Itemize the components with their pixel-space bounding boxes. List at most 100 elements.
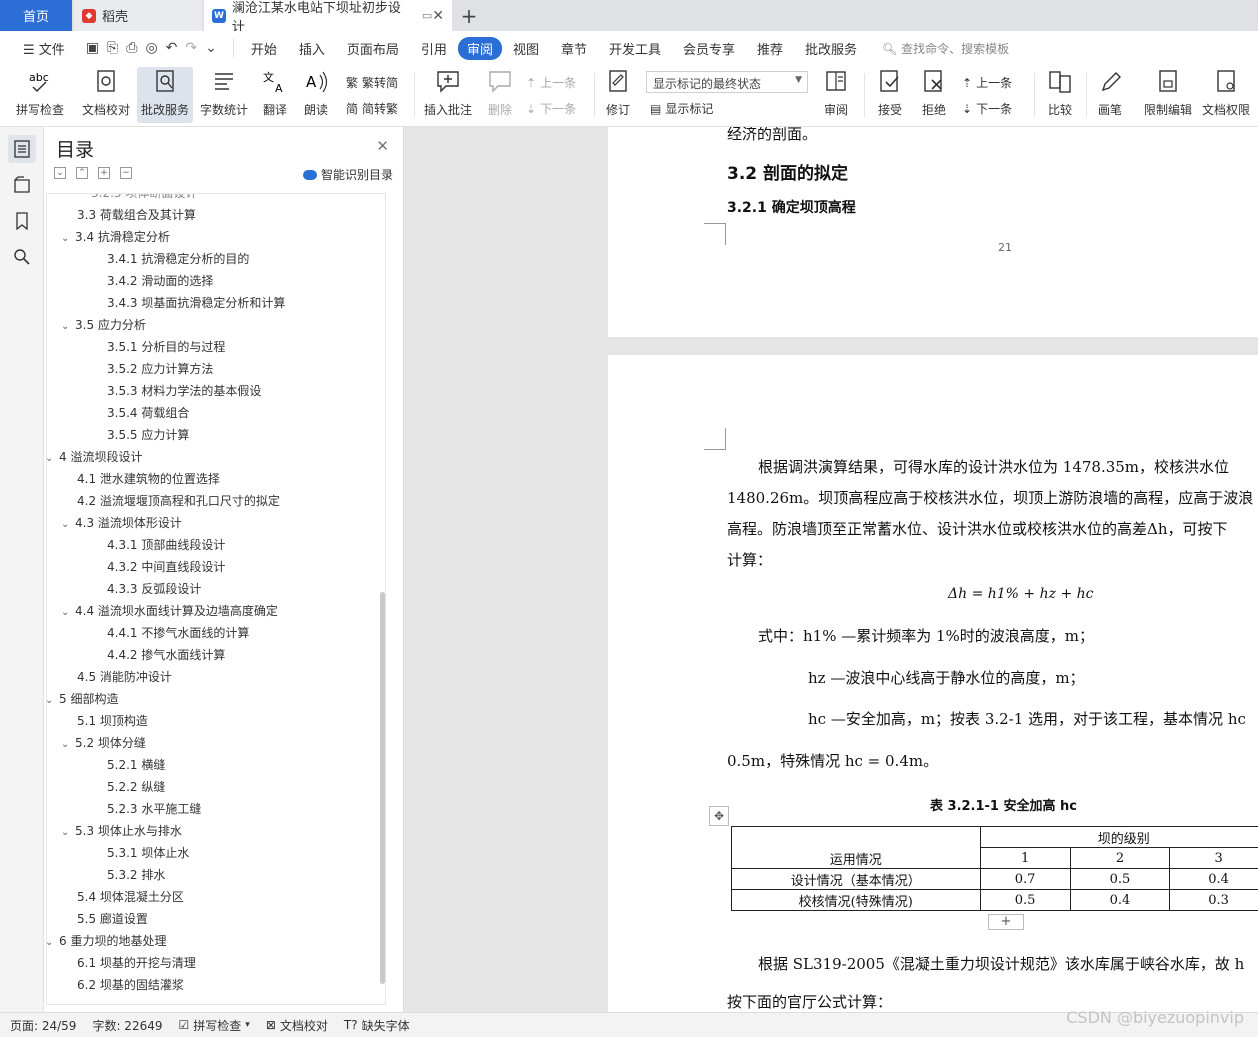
menu-review[interactable]: 审阅 [457,36,502,60]
table-move-handle-icon[interactable]: ✥ [709,806,729,826]
toc-item[interactable]: 5.3.2 排水 [107,864,165,886]
close-tab-icon[interactable]: ✕ [432,8,444,24]
word-count-indicator[interactable]: 字数: 22649 [92,1017,162,1034]
toc-item[interactable]: 4.3.1 顶部曲线段设计 [107,534,225,556]
read-aloud-button[interactable]: A 朗读 [298,67,334,123]
monitor-icon[interactable]: ▭ [422,9,432,22]
chapter-nav-icon[interactable] [8,171,36,199]
toc-item[interactable]: 4.4.2 掺气水面线计算 [107,644,225,666]
toc-item[interactable]: 5.4 坝体混凝土分区 [77,886,184,908]
chevron-down-icon[interactable]: ⌄ [61,602,75,624]
collapse-all-icon[interactable]: ⌄ [54,167,66,179]
toc-item[interactable]: 6.2 坝基的固结灌浆 [77,974,184,996]
doc-rights-button[interactable]: 文档权限 [1198,67,1254,123]
toc-panel-icon[interactable] [8,135,36,163]
export-pdf-icon[interactable]: ⎘ [107,40,118,56]
remove-heading-icon[interactable]: − [120,167,132,179]
toc-item[interactable]: ⌄5 细部构造 [47,688,118,712]
toc-item[interactable]: 3.5.1 分析目的与过程 [107,336,225,358]
toc-item[interactable]: ⌄ 5.3 坝体止水与排水 [61,820,182,842]
toc-item[interactable]: 4.5 消能防冲设计 [77,666,172,688]
chevron-down-icon[interactable]: ⌄ [61,514,75,536]
compare-button[interactable]: 比较 [1040,67,1080,123]
toc-item[interactable]: 5.5 廊道设置 [77,908,148,930]
print-icon[interactable]: ⎙ [126,40,137,56]
correct-service-button[interactable]: 批改服务 [137,67,193,123]
restrict-edit-button[interactable]: 限制编辑 [1140,67,1196,123]
chevron-down-icon[interactable]: ⌄ [61,228,75,250]
prev-comment-button[interactable]: ⇡ 上一条 [526,74,576,91]
more-icon[interactable]: ⌄ [205,40,217,56]
menu-devtools[interactable]: 开发工具 [598,39,672,58]
toc-item[interactable]: 3.5.3 材料力学法的基本假设 [107,380,261,402]
pen-button[interactable]: 画笔 [1092,67,1128,123]
next-change-button[interactable]: ⇣ 下一条 [962,100,1012,117]
toc-item[interactable]: ⌄ 4.3 溢流坝体形设计 [61,512,182,534]
toc-item[interactable]: 5.2.2 纵缝 [107,776,165,798]
toc-item[interactable]: ⌄6 重力坝的地基处理 [47,930,166,954]
toc-item[interactable]: ⌄4 溢流坝段设计 [47,446,142,470]
menu-member[interactable]: 会员专享 [672,39,746,58]
menu-chapter[interactable]: 章节 [550,39,598,58]
delete-comment-button[interactable]: 删除 [482,67,518,123]
toc-item[interactable]: ⌄ 5.2 坝体分缝 [61,732,146,754]
toc-item[interactable]: 5.3.1 坝体止水 [107,842,189,864]
toc-item[interactable]: 4.3.2 中间直线段设计 [107,556,225,578]
expand-up-icon[interactable]: ⌃ [76,167,88,179]
redo-icon[interactable]: ↷ [185,40,197,56]
menu-reference[interactable]: 引用 [410,39,458,58]
undo-icon[interactable]: ↶ [166,40,178,56]
toc-item[interactable]: 4.1 泄水建筑物的位置选择 [77,468,220,490]
spell-check-status[interactable]: ☑ 拼写检查 ▾ [179,1017,250,1034]
menu-start[interactable]: 开始 [240,39,288,58]
tab-document[interactable]: W 澜沧江某水电站下坝址初步设计 ▭ ✕ [204,0,452,35]
prev-change-button[interactable]: ⇡ 上一条 [962,74,1012,91]
toc-item[interactable]: 3.5.2 应力计算方法 [107,358,213,380]
toc-item[interactable]: 3.4.2 滑动面的选择 [107,270,213,292]
toc-item[interactable]: 3.4.1 抗滑稳定分析的目的 [107,248,249,270]
tab-daoke[interactable]: ◆ 稻壳 [74,0,202,31]
toc-item[interactable]: ⌄ 3.4 抗滑稳定分析 [61,226,170,248]
menu-insert[interactable]: 插入 [288,39,336,58]
close-icon[interactable]: ✕ [376,137,389,155]
chevron-down-icon[interactable]: ⌄ [47,448,59,470]
accept-button[interactable]: 接受 [870,67,910,123]
missing-font-status[interactable]: T? 缺失字体 [344,1017,410,1034]
print-preview-icon[interactable]: ◎ [145,40,157,56]
insert-comment-button[interactable]: 插入批注 [420,67,476,123]
save-icon[interactable]: ▣ [86,40,99,56]
add-table-row-button[interactable]: + [988,914,1024,930]
translate-button[interactable]: 文A 翻译 [256,67,294,123]
toc-item[interactable]: 4.3.3 反弧段设计 [107,578,201,600]
page-indicator[interactable]: 页面: 24/59 [10,1017,76,1034]
toc-item[interactable]: 6.1 坝基的开挖与清理 [77,952,196,974]
chevron-down-icon[interactable]: ⌄ [61,316,75,338]
doc-proof-button[interactable]: 文档校对 [78,67,134,123]
proof-status[interactable]: ⊠ 文档校对 [266,1017,328,1034]
toc-item[interactable]: 3.3 荷载组合及其计算 [77,204,196,226]
toc-item[interactable]: ⌄ 3.5 应力分析 [61,314,146,336]
toc-item[interactable]: ⌄ 4.4 溢流坝水面线计算及边墙高度确定 [61,600,278,622]
search-panel-icon[interactable] [8,243,36,271]
show-markup-button[interactable]: ▤ 显示标记 [650,100,713,117]
markup-state-select[interactable]: 显示标记的最终状态 ▼ [646,71,808,93]
t2s-button[interactable]: 繁繁转简 [346,74,398,91]
toc-item[interactable]: 3.5.4 荷载组合 [107,402,189,424]
s2t-button[interactable]: 简简转繁 [346,100,398,117]
menu-correct[interactable]: 批改服务 [794,39,868,58]
word-count-button[interactable]: 字数统计 [198,67,250,123]
add-heading-icon[interactable]: + [98,167,110,179]
chevron-down-icon[interactable]: ⌄ [61,822,75,844]
chevron-down-icon[interactable]: ⌄ [47,690,59,712]
reject-button[interactable]: 拒绝 [914,67,954,123]
chevron-down-icon[interactable]: ⌄ [47,932,59,954]
new-tab-button[interactable]: + [452,0,486,31]
toc-item[interactable]: 4.4.1 不掺气水面线的计算 [107,622,249,644]
file-menu[interactable]: ☰ 文件 [12,39,76,58]
revise-button[interactable]: 修订 [600,67,636,123]
toc-item[interactable]: 3.4.3 坝基面抗滑稳定分析和计算 [107,292,285,314]
bookmark-icon[interactable] [8,207,36,235]
menu-view[interactable]: 视图 [502,39,550,58]
toc-item[interactable]: 5.1 坝顶构造 [77,710,148,732]
toc-item-partial[interactable]: 3.2.3 坝体断面设计 [91,194,197,204]
